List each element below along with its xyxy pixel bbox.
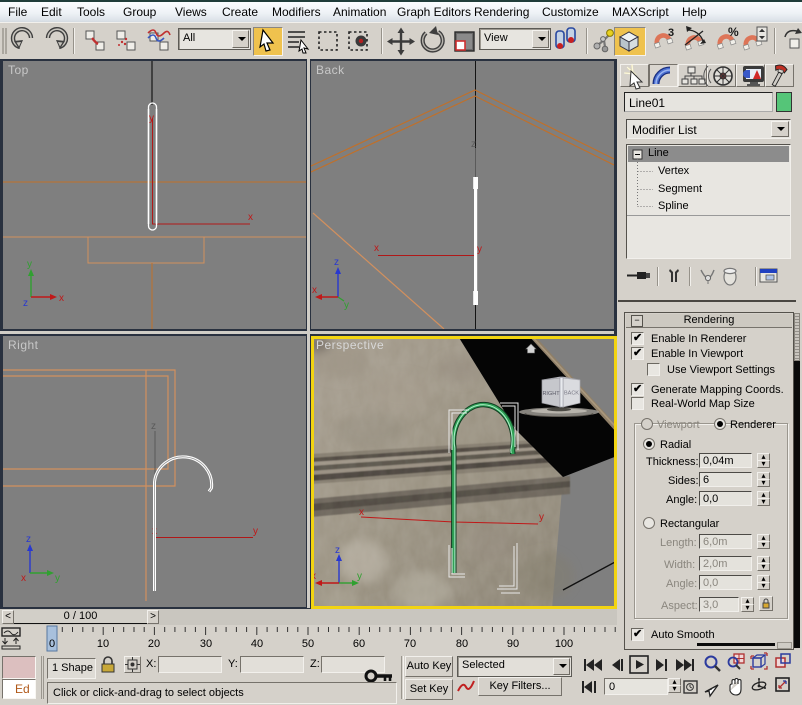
svg-text:60: 60 — [353, 638, 365, 650]
svg-text:x: x — [359, 507, 364, 518]
svg-text:100: 100 — [555, 638, 573, 650]
svg-text:y: y — [357, 571, 362, 582]
svg-text:20: 20 — [148, 638, 160, 650]
svg-text:y: y — [477, 244, 482, 255]
svg-text:40: 40 — [251, 638, 263, 650]
svg-text:x: x — [312, 285, 317, 296]
svg-text:z: z — [334, 257, 339, 268]
svg-text:y: y — [27, 259, 32, 270]
svg-text:z: z — [151, 421, 156, 432]
svg-text:90: 90 — [507, 638, 519, 650]
svg-text:RIGHT: RIGHT — [542, 391, 560, 397]
svg-text:%: % — [728, 25, 739, 39]
svg-text:10: 10 — [97, 638, 109, 650]
svg-text:y: y — [539, 512, 544, 523]
svg-text:x: x — [21, 573, 26, 584]
svg-text:z: z — [335, 545, 340, 556]
svg-text:50: 50 — [302, 638, 314, 650]
svg-text:x: x — [374, 243, 379, 254]
svg-text:y: y — [55, 573, 60, 584]
svg-text:z: z — [26, 534, 31, 545]
svg-text:3: 3 — [668, 27, 674, 39]
svg-text:70: 70 — [404, 638, 416, 650]
svg-text:y: y — [253, 526, 258, 537]
svg-text:30: 30 — [200, 638, 212, 650]
svg-text:y: y — [149, 113, 154, 124]
svg-text:z: z — [23, 298, 28, 309]
svg-text:80: 80 — [456, 638, 468, 650]
svg-text:x: x — [59, 293, 64, 304]
svg-text:0: 0 — [49, 638, 55, 650]
svg-text:z: z — [471, 139, 476, 150]
svg-text:y: y — [344, 300, 349, 311]
svg-text:BACK: BACK — [564, 391, 579, 397]
svg-text:x: x — [248, 212, 253, 223]
